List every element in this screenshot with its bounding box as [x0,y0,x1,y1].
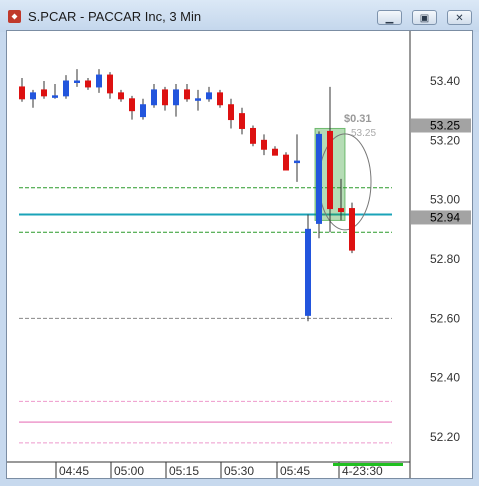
x-tick-label-1: 05:00 [114,464,144,478]
candle-body-1[interactable] [30,92,36,100]
candle-body-9[interactable] [118,92,124,100]
candle-body-3[interactable] [52,95,58,98]
x-tick-label-3: 05:30 [224,464,254,478]
y-tick-label-0: 53.40 [430,74,460,88]
title-bar: S.PCAR - PACCAR Inc, 3 Min ▁ ▣ ✕ [0,0,479,32]
price-annotation: 53.25 [351,128,376,139]
y-tick-label-5: 52.40 [430,371,460,385]
close-icon: ✕ [455,13,464,24]
candle-body-28[interactable] [327,130,333,210]
candlestick-chart[interactable]: $0.31 53.25 53.40 53.20 53.00 52.80 52.60 52.40… [7,31,472,478]
candle-body-17[interactable] [206,92,212,100]
candle-body-19[interactable] [228,104,234,121]
y-tick-label-3: 52.80 [430,252,460,266]
candle-body-8[interactable] [107,74,113,94]
candle-body-24[interactable] [283,154,289,171]
y-tick-label-2: 53.00 [430,193,460,207]
candle-body-26[interactable] [305,228,311,316]
candle-body-27[interactable] [316,133,322,224]
candle-body-16[interactable] [195,98,201,101]
candle-body-20[interactable] [239,113,245,129]
y-tick-label-4: 52.60 [430,311,460,325]
restore-icon: ▣ [419,13,430,24]
candle-body-14[interactable] [173,89,179,106]
candle-body-10[interactable] [129,98,135,112]
candle-body-5[interactable] [74,80,80,83]
candle-body-12[interactable] [151,89,157,106]
bid-price-badge: 52.94 [430,210,460,224]
minimize-icon: ▁ [385,13,394,24]
candle-body-18[interactable] [217,92,223,106]
profit-annotation: $0.31 [344,113,372,125]
x-tick-label-4: 05:45 [280,464,310,478]
candle-body-13[interactable] [162,89,168,106]
candle-body-30[interactable] [349,208,355,251]
candle-body-2[interactable] [41,89,47,97]
candle-body-22[interactable] [261,139,267,150]
candle-body-29[interactable] [338,208,344,213]
candle-body-25[interactable] [294,160,300,164]
x-tick-label-0: 04:45 [59,464,89,478]
app-icon [8,10,21,23]
candle-body-0[interactable] [19,86,25,100]
candle-body-6[interactable] [85,80,91,88]
chart-frame[interactable]: $0.31 53.25 53.40 53.20 53.00 52.80 52.60 52.40… [6,30,473,479]
window-title: S.PCAR - PACCAR Inc, 3 Min [28,9,202,24]
last-price-badge: 53.25 [430,119,460,133]
y-tick-label-1: 53.20 [430,133,460,147]
candle-body-23[interactable] [272,148,278,156]
candle-body-15[interactable] [184,89,190,100]
x-tick-label-5: 4-23:30 [342,464,383,478]
x-tick-label-2: 05:15 [169,464,199,478]
candle-body-7[interactable] [96,74,102,88]
close-button[interactable]: ✕ [447,10,472,25]
time-cursor-indicator [333,463,403,466]
restore-button[interactable]: ▣ [412,10,437,25]
candle-body-4[interactable] [63,80,69,97]
y-tick-label-6: 52.20 [430,430,460,444]
candle-body-21[interactable] [250,127,256,144]
minimize-button[interactable]: ▁ [377,10,402,25]
candle-body-11[interactable] [140,104,146,118]
